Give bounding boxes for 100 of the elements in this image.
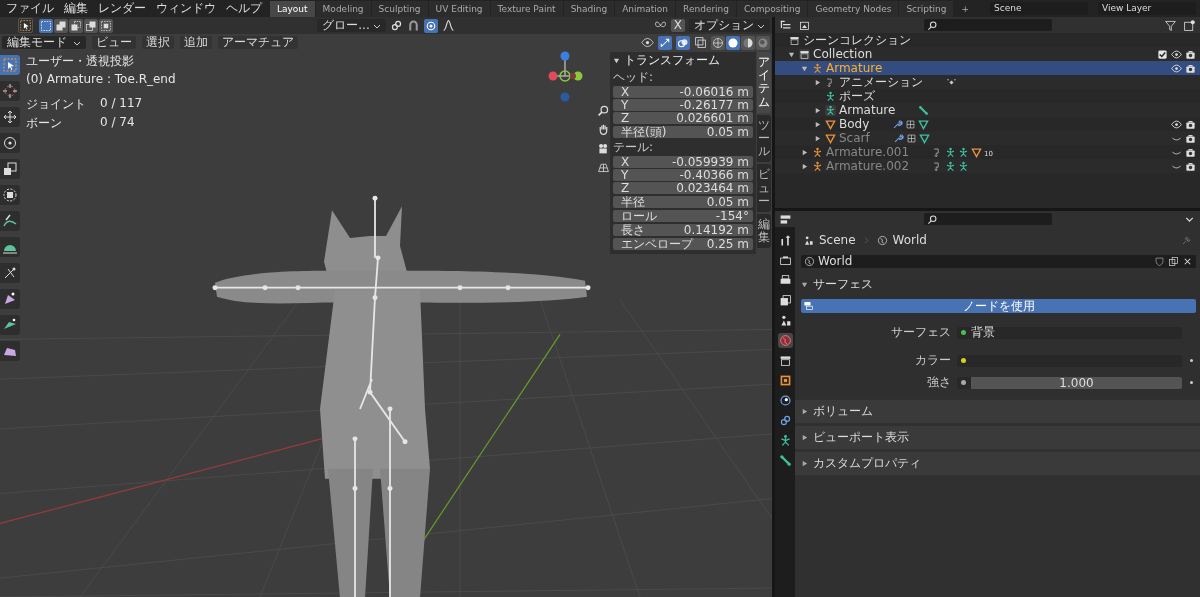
bone-tip-icon[interactable] xyxy=(0,289,20,309)
camera-icon[interactable] xyxy=(1185,118,1196,130)
menu-item[interactable]: ウィンドウ xyxy=(156,0,216,17)
select-set-icon[interactable] xyxy=(39,18,53,33)
number-field[interactable]: Y -0.40366 m xyxy=(613,169,753,181)
bone-extrude-icon[interactable] xyxy=(0,315,20,335)
list-view-icon[interactable] xyxy=(779,18,792,32)
rotate-icon[interactable] xyxy=(0,133,20,153)
menu-item[interactable]: レンダー xyxy=(98,0,146,17)
editor-type-icon[interactable] xyxy=(779,212,792,226)
pin-icon[interactable] xyxy=(1181,234,1192,246)
select-intersect-icon[interactable] xyxy=(99,18,113,33)
section-header[interactable]: ビューポート表示 xyxy=(795,426,1200,449)
menu-item[interactable]: ファイル xyxy=(6,0,54,17)
add-workspace-button[interactable]: + xyxy=(954,0,976,17)
camera-icon[interactable] xyxy=(1185,132,1196,144)
pen-curve-icon[interactable] xyxy=(0,211,20,231)
falloff-curve-icon[interactable] xyxy=(441,19,455,32)
panel-title[interactable]: トランスフォーム xyxy=(624,52,720,68)
number-field[interactable]: 半径 0.05 m xyxy=(613,196,753,208)
bone-icon[interactable] xyxy=(777,453,793,468)
select-box-icon[interactable] xyxy=(18,18,33,33)
material-sphere-icon[interactable] xyxy=(741,35,755,50)
shader-field[interactable]: 背景 xyxy=(957,326,1182,339)
keyframe-dot-icon[interactable] xyxy=(1190,359,1193,362)
use-nodes-button[interactable]: ノードを使用 xyxy=(801,299,1196,313)
duplicate-icon[interactable] xyxy=(1168,256,1179,267)
filter-icon[interactable] xyxy=(1164,18,1177,32)
view-layer-field[interactable]: View Layer xyxy=(1098,2,1196,15)
proportional-edit-icon[interactable] xyxy=(423,18,438,33)
camera-icon[interactable] xyxy=(1185,160,1196,172)
camera-icon[interactable] xyxy=(597,142,610,155)
sidebar-tab[interactable]: ビュー xyxy=(757,164,771,212)
scale-icon[interactable] xyxy=(0,159,20,179)
menu-item[interactable]: 編集 xyxy=(64,0,88,17)
expand-arrow-icon[interactable] xyxy=(814,106,821,114)
eye-icon[interactable] xyxy=(1171,118,1182,130)
tree-item[interactable]: Armature xyxy=(839,103,896,117)
workspace-tab[interactable]: Layout xyxy=(270,0,315,17)
expand-arrow-icon[interactable] xyxy=(801,148,808,156)
eye-icon[interactable] xyxy=(641,36,654,49)
grid-icon[interactable] xyxy=(597,161,610,174)
four-arrows-icon[interactable] xyxy=(0,107,20,127)
workspace-tab[interactable]: Scripting xyxy=(899,0,954,17)
number-field[interactable]: 半径(頭) 0.05 m xyxy=(613,126,753,138)
tree-item[interactable]: Scarf xyxy=(839,131,870,145)
tree-item[interactable]: Body xyxy=(839,117,870,131)
workspace-tab[interactable]: Modeling xyxy=(315,0,371,17)
new-collection-icon[interactable] xyxy=(1183,18,1196,32)
envelope-bone-icon[interactable] xyxy=(0,341,20,361)
selected-row[interactable]: Armature xyxy=(775,61,1200,75)
globe-icon[interactable] xyxy=(804,256,815,267)
tree-item[interactable]: Collection xyxy=(813,47,873,61)
number-field[interactable]: Z 0.026601 m xyxy=(613,112,753,124)
magnet-icon[interactable] xyxy=(406,19,420,32)
scene-field[interactable]: Scene xyxy=(990,2,1088,15)
expand-arrow-icon[interactable] xyxy=(613,56,620,64)
menu-item[interactable]: 選択 xyxy=(142,36,174,49)
workspace-tab[interactable]: Geometry Nodes xyxy=(808,0,899,17)
expand-arrow-icon[interactable] xyxy=(814,120,821,128)
expand-arrow-icon[interactable] xyxy=(801,434,808,441)
mirror-x-toggle[interactable]: X xyxy=(670,19,685,32)
hand-icon[interactable] xyxy=(597,123,610,136)
transform-orientation-dropdown[interactable]: グロー... xyxy=(317,19,386,32)
workspace-tab[interactable]: Sculpting xyxy=(371,0,428,17)
number-field[interactable]: Z 0.023464 m xyxy=(613,182,753,194)
select-subtract-icon[interactable] xyxy=(69,18,83,33)
camera-icon[interactable] xyxy=(1185,62,1196,74)
workspace-tab[interactable]: Rendering xyxy=(676,0,737,17)
number-field[interactable]: Y -0.26177 m xyxy=(613,99,753,111)
camera-icon[interactable] xyxy=(1185,146,1196,158)
sidebar-tab[interactable]: 編集 xyxy=(757,213,771,249)
section-header[interactable]: ボリューム xyxy=(795,400,1200,423)
color-field[interactable] xyxy=(957,354,1182,367)
tree-item[interactable]: Armature xyxy=(826,61,883,75)
checkbox[interactable] xyxy=(1157,48,1168,60)
search-field[interactable] xyxy=(923,213,1052,225)
workspace-tab[interactable]: Compositing xyxy=(737,0,808,17)
eye-icon[interactable] xyxy=(1171,62,1182,74)
expand-arrow-icon[interactable] xyxy=(814,78,821,86)
number-field[interactable]: ロール -154° xyxy=(613,210,753,222)
expand-arrow-icon[interactable] xyxy=(801,460,808,467)
expand-arrow-icon[interactable] xyxy=(801,281,808,288)
dome-ruler-icon[interactable] xyxy=(0,237,20,257)
menu-item[interactable]: ビュー xyxy=(92,36,136,49)
breadcrumb-item[interactable]: Scene xyxy=(819,233,856,247)
overlays-icon[interactable] xyxy=(676,35,690,50)
number-field[interactable]: 長さ 0.14192 m xyxy=(613,224,753,236)
menu-item[interactable]: アーマチュア xyxy=(218,36,298,49)
gizmo-icon[interactable] xyxy=(658,35,672,50)
expand-arrow-icon[interactable] xyxy=(801,162,808,170)
tree-item[interactable]: Armature.002 xyxy=(826,159,910,173)
expand-arrow-icon[interactable] xyxy=(788,50,795,58)
camera-icon[interactable] xyxy=(1185,48,1196,60)
tree-item[interactable]: Armature.001 xyxy=(826,145,910,159)
mode-dropdown[interactable]: 編集モード xyxy=(2,36,86,49)
sidebar-tab[interactable]: アイテム xyxy=(757,52,771,113)
keyframe-dot-icon[interactable] xyxy=(1190,381,1193,384)
transform-icon[interactable] xyxy=(0,185,20,205)
sidebar-tab[interactable]: ツール xyxy=(757,114,771,163)
